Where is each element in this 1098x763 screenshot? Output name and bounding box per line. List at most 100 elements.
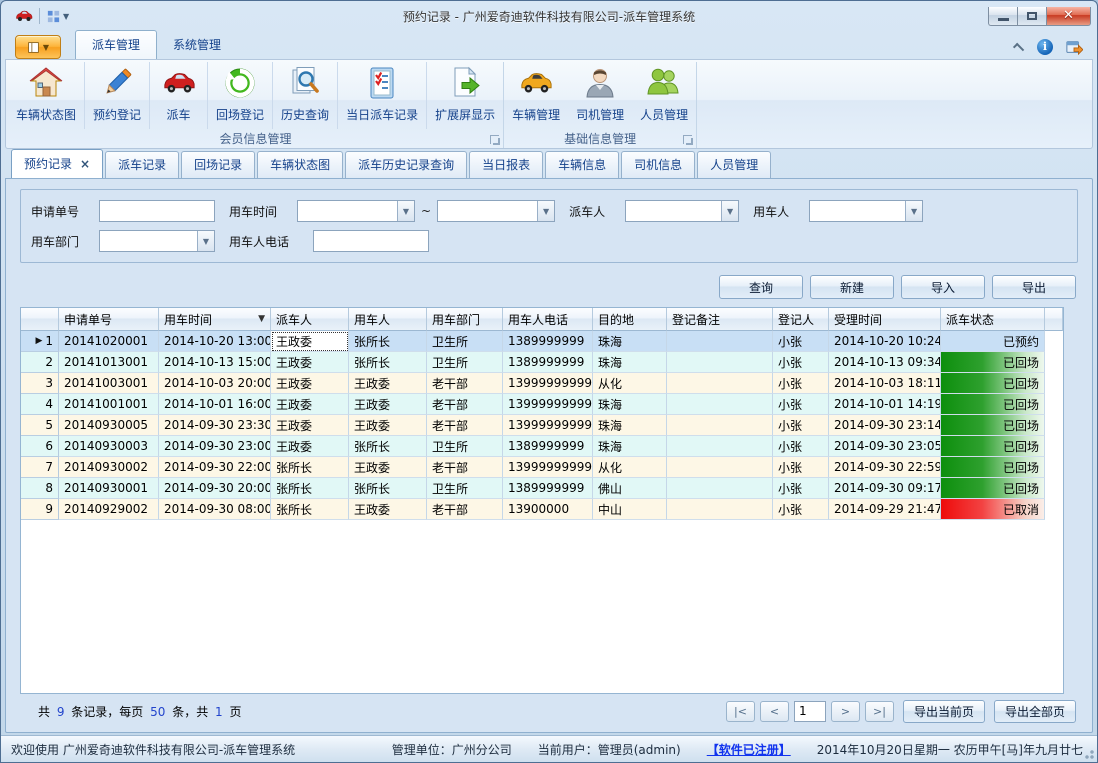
row-number-cell[interactable]: 4 xyxy=(21,394,59,415)
table-row[interactable]: ▶1201410200012014-10-20 13:00王政委张所长卫生所13… xyxy=(21,331,1063,352)
table-cell[interactable]: 老干部 xyxy=(427,457,503,478)
status-cell[interactable]: 已回场 xyxy=(941,415,1045,436)
row-number-cell[interactable]: 9 xyxy=(21,499,59,520)
doc-tab-车辆状态图[interactable]: 车辆状态图 xyxy=(257,151,343,178)
table-cell[interactable]: 2014-09-30 09:17 xyxy=(829,478,941,499)
status-cell[interactable]: 已回场 xyxy=(941,394,1045,415)
table-cell[interactable]: 张所长 xyxy=(271,478,349,499)
table-cell[interactable]: 王政委 xyxy=(349,499,427,520)
query-button[interactable]: 查询 xyxy=(719,275,803,299)
ribbon-button-预约登记[interactable]: 预约登记 xyxy=(84,62,149,129)
page-input[interactable] xyxy=(794,701,826,722)
doc-tab-当日报表[interactable]: 当日报表 xyxy=(469,151,543,178)
doc-tab-车辆信息[interactable]: 车辆信息 xyxy=(545,151,619,178)
table-row[interactable]: 4201410010012014-10-01 16:00王政委王政委老干部139… xyxy=(21,394,1063,415)
column-header-目的地[interactable]: 目的地 xyxy=(593,308,667,331)
pager-last-button[interactable]: >| xyxy=(865,701,894,722)
table-cell[interactable]: 20140930001 xyxy=(59,478,159,499)
table-cell[interactable] xyxy=(667,352,773,373)
column-header-用车部门[interactable]: 用车部门 xyxy=(427,308,503,331)
ribbon-collapse-chevron-icon[interactable] xyxy=(1013,43,1024,54)
about-icon[interactable] xyxy=(1065,39,1083,55)
doc-tab-人员管理[interactable]: 人员管理 xyxy=(697,151,771,178)
table-row[interactable]: 3201410030012014-10-03 20:00王政委王政委老干部139… xyxy=(21,373,1063,394)
table-cell[interactable]: 从化 xyxy=(593,373,667,394)
table-cell[interactable]: 小张 xyxy=(773,457,829,478)
qat-dropdown-icon[interactable]: ▼ xyxy=(63,12,69,21)
user-phone-input[interactable] xyxy=(313,230,429,252)
column-header-用车人电话[interactable]: 用车人电话 xyxy=(503,308,593,331)
table-cell[interactable]: 小张 xyxy=(773,352,829,373)
table-cell[interactable]: 王政委 xyxy=(271,436,349,457)
import-button[interactable]: 导入 xyxy=(901,275,985,299)
quick-access-toolbar[interactable]: ▼ xyxy=(46,9,69,24)
status-cell[interactable]: 已回场 xyxy=(941,352,1045,373)
row-number-cell[interactable]: 3 xyxy=(21,373,59,394)
ribbon-button-车辆管理[interactable]: 车辆管理 xyxy=(504,62,568,129)
table-cell[interactable]: 2014-09-30 22:59 xyxy=(829,457,941,478)
sort-desc-icon[interactable]: ▼ xyxy=(258,314,265,324)
table-cell[interactable]: 王政委 xyxy=(349,415,427,436)
table-cell[interactable]: 王政委 xyxy=(271,331,349,352)
status-cell[interactable]: 已取消 xyxy=(941,499,1045,520)
table-cell[interactable]: 张所长 xyxy=(349,352,427,373)
table-cell[interactable] xyxy=(667,373,773,394)
maximize-button[interactable] xyxy=(1017,7,1046,26)
row-number-cell[interactable]: 7 xyxy=(21,457,59,478)
combo-arrow-icon[interactable]: ▼ xyxy=(397,201,414,221)
ribbon-button-回场登记[interactable]: 回场登记 xyxy=(207,62,272,129)
table-cell[interactable]: 20140930002 xyxy=(59,457,159,478)
table-cell[interactable]: 卫生所 xyxy=(427,478,503,499)
license-link[interactable]: 【软件已注册】 xyxy=(707,741,791,758)
ribbon-button-派车[interactable]: 派车 xyxy=(149,62,207,129)
table-cell[interactable]: 20141001001 xyxy=(59,394,159,415)
table-cell[interactable] xyxy=(667,436,773,457)
table-cell[interactable]: 20140930005 xyxy=(59,415,159,436)
table-row[interactable]: 7201409300022014-09-30 22:00张所长王政委老干部139… xyxy=(21,457,1063,478)
table-row[interactable]: 5201409300052014-09-30 23:30王政委王政委老干部139… xyxy=(21,415,1063,436)
table-cell[interactable]: 王政委 xyxy=(349,394,427,415)
table-cell[interactable] xyxy=(667,394,773,415)
table-cell[interactable]: 2014-09-30 23:05 xyxy=(829,436,941,457)
table-cell[interactable] xyxy=(667,499,773,520)
column-header-用车时间[interactable]: 用车时间▼ xyxy=(159,308,271,331)
combo-arrow-icon[interactable]: ▼ xyxy=(905,201,922,221)
table-cell[interactable]: 从化 xyxy=(593,457,667,478)
close-button[interactable]: ✕ xyxy=(1046,7,1091,26)
table-cell[interactable]: 2014-10-20 13:00 xyxy=(159,331,271,352)
export-current-page-button[interactable]: 导出当前页 xyxy=(903,700,985,723)
user-combo[interactable]: ▼ xyxy=(809,200,923,222)
table-cell[interactable]: 老干部 xyxy=(427,394,503,415)
export-all-pages-button[interactable]: 导出全部页 xyxy=(994,700,1076,723)
row-number-cell[interactable]: 8 xyxy=(21,478,59,499)
table-cell[interactable]: 张所长 xyxy=(349,436,427,457)
app-menu-button[interactable]: ▼ xyxy=(15,35,61,59)
table-cell[interactable]: 2014-09-30 23:14 xyxy=(829,415,941,436)
table-cell[interactable]: 小张 xyxy=(773,499,829,520)
table-cell[interactable]: 小张 xyxy=(773,394,829,415)
table-row[interactable]: 9201409290022014-09-30 08:00张所长王政委老干部139… xyxy=(21,499,1063,520)
table-cell[interactable]: 2014-09-30 23:30 xyxy=(159,415,271,436)
row-number-cell[interactable]: ▶1 xyxy=(21,331,59,352)
table-cell[interactable]: 1389999999 xyxy=(503,331,593,352)
column-header-申请单号[interactable]: 申请单号 xyxy=(59,308,159,331)
table-cell[interactable]: 2014-09-30 23:00 xyxy=(159,436,271,457)
export-button[interactable]: 导出 xyxy=(992,275,1076,299)
doc-tab-司机信息[interactable]: 司机信息 xyxy=(621,151,695,178)
table-cell[interactable]: 20140930003 xyxy=(59,436,159,457)
resize-grip[interactable] xyxy=(1082,747,1094,759)
new-button[interactable]: 新建 xyxy=(810,275,894,299)
status-cell[interactable]: 已预约 xyxy=(941,331,1045,352)
combo-arrow-icon[interactable]: ▼ xyxy=(197,231,214,251)
info-icon[interactable]: i xyxy=(1037,39,1053,55)
doc-tab-回场记录[interactable]: 回场记录 xyxy=(181,151,255,178)
status-cell[interactable]: 已回场 xyxy=(941,457,1045,478)
table-cell[interactable]: 王政委 xyxy=(349,373,427,394)
dialog-launcher-icon[interactable] xyxy=(490,135,499,144)
doc-tab-派车历史记录查询[interactable]: 派车历史记录查询 xyxy=(345,151,467,178)
table-row[interactable]: 6201409300032014-09-30 23:00王政委张所长卫生所138… xyxy=(21,436,1063,457)
table-cell[interactable]: 卫生所 xyxy=(427,352,503,373)
ribbon-button-扩展屏显示[interactable]: 扩展屏显示 xyxy=(426,62,503,129)
table-cell[interactable]: 王政委 xyxy=(271,415,349,436)
table-cell[interactable]: 张所长 xyxy=(271,457,349,478)
